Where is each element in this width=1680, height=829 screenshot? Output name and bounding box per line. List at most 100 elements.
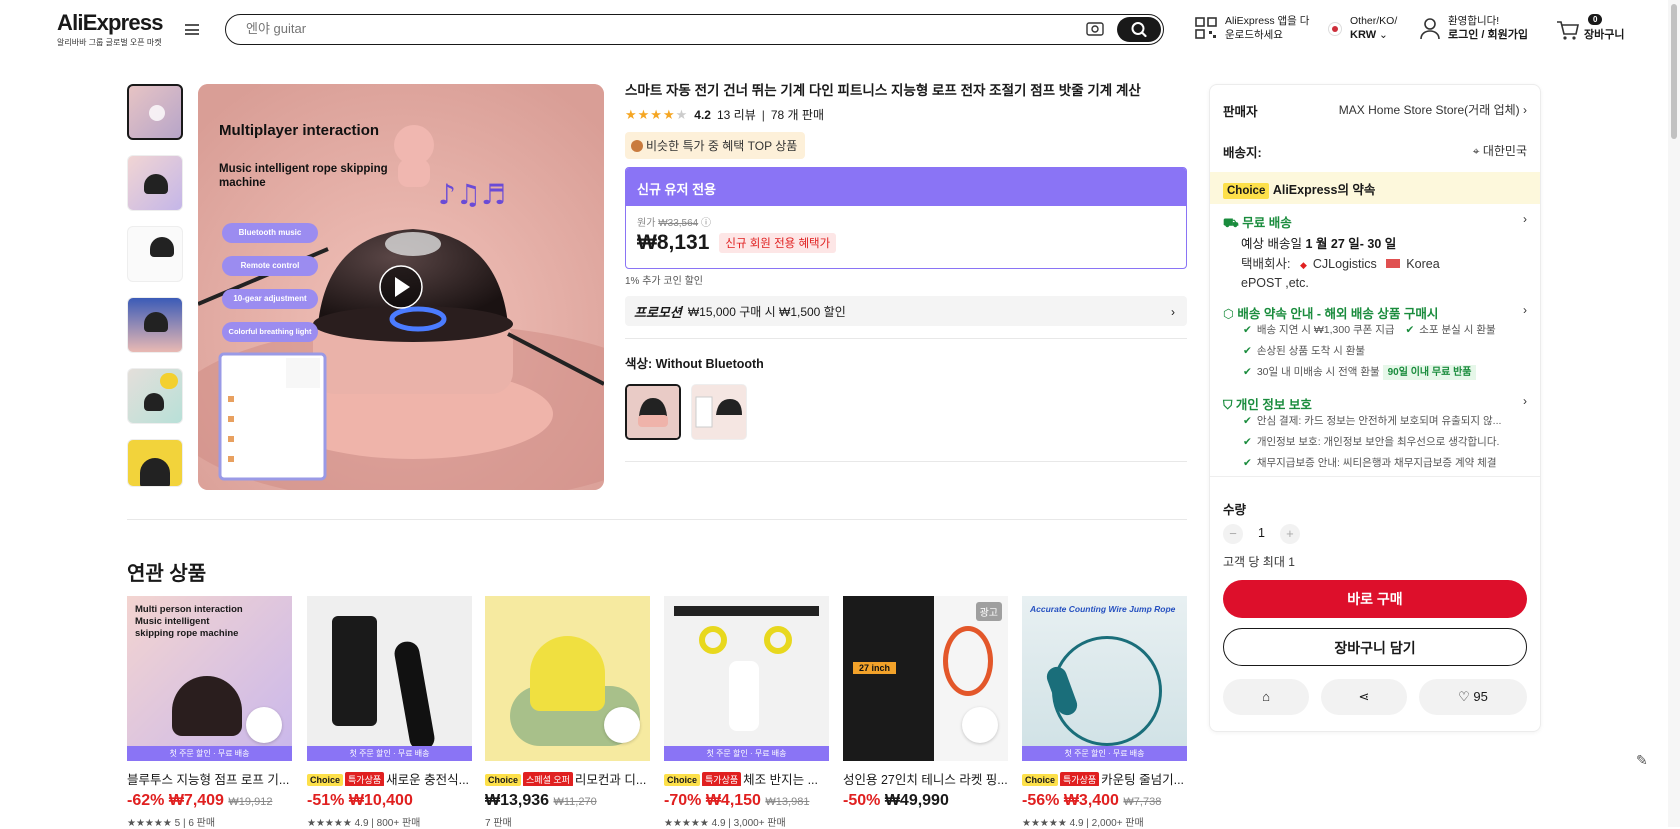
divider [127,519,1187,520]
search-button[interactable] [1117,17,1161,42]
increase-button[interactable]: + [1279,524,1300,544]
carrier-name: ePOST ,etc. [1241,276,1309,290]
card-discount: -62% [127,792,165,809]
product-card[interactable]: Accurate Counting Wire Jump Rope 첫 주문 할인… [1022,596,1187,829]
eta-label: 예상 배송일 [1241,237,1302,251]
rating-value: 4.2 [694,107,711,122]
card-promo-bar: 첫 주문 할인 · 무료 배송 [664,746,829,761]
product-card[interactable]: 첫 주문 할인 · 무료 배송 Choice 특가상품 새로운 충전식... -51… [307,596,472,829]
image-subtitle: Music intelligent rope skipping machine [219,162,388,190]
add-to-cart-button[interactable]: 장바구니 담기 [1223,628,1527,666]
cart-label: 장바구니 [1584,29,1625,41]
heart-icon: ♡ [1458,689,1470,704]
app-download[interactable]: AliExpress 앱을 다 운로드하세요 [1195,14,1309,42]
cart-link[interactable]: 0 장바구니 [1556,14,1624,42]
card-meta: 4.9 | 2,000+ 판매 [1069,818,1144,829]
purchase-panel: 판매자 MAX Home Store Store(거래 업체) › 배송지: ⌖… [1209,84,1541,732]
thumbnail[interactable] [127,439,183,487]
card-price: ₩4,150 [705,792,761,809]
guarantee-item: 손상된 상품 도착 시 환불 [1256,345,1366,357]
login-signup-link[interactable]: 로그인 / 회원가입 [1448,29,1528,41]
card-price: ₩7,409 [168,792,224,809]
guarantee-item: 배송 지연 시 ₩1,300 쿠폰 지급 [1256,324,1395,336]
guarantee-item: 30일 내 미배송 시 전액 환불 [1256,366,1380,378]
add-to-cart-icon[interactable] [246,707,282,743]
promise-title: AliExpress의 약속 [1272,183,1376,197]
privacy-item: 채무지급보증 안내: 씨티은행과 채무지급보증 계약 체결 [1256,457,1497,469]
card-meta: 5 | 6 판매 [174,818,216,829]
coin-discount-note: 1% 추가 코인 할인 [625,276,703,287]
info-icon[interactable]: ⓘ [701,218,711,229]
separator: | [761,107,765,122]
seller-row[interactable]: 판매자 MAX Home Store Store(거래 업체) › [1223,101,1527,120]
camera-search-icon[interactable] [1086,21,1104,37]
free-shipping-row[interactable]: ⛟ 무료 배송 › [1223,212,1527,232]
carrier-row: 택배회사: ◆ CJLogistics Korea ePOST ,etc. [1241,255,1527,292]
carrier-name: CJLogistics [1312,257,1377,271]
svg-text:♪♫♬: ♪♫♬ [438,178,506,211]
choice-tag: Choice [664,774,701,786]
color-swatch[interactable] [625,384,681,440]
card-meta: 4.9 | 3,000+ 판매 [711,818,786,829]
thumbnail[interactable] [127,226,183,282]
feature-pill: 10-gear adjustment [222,289,318,309]
product-card[interactable]: 첫 주문 할인 · 무료 배송 Choice 특가상품 체조 반지는 ... -70… [664,596,829,829]
card-original-price: ₩7,738 [1123,796,1162,808]
price-tag: 신규 회원 전용 혜택가 [719,233,837,253]
feedback-edit-icon[interactable]: ✎ [1636,752,1648,769]
quantity-value[interactable]: 1 [1246,526,1276,540]
card-price: ₩10,400 [348,792,413,809]
add-to-cart-icon[interactable] [604,707,640,743]
thumbnail[interactable] [127,297,183,353]
menu-icon[interactable] [185,24,199,35]
app-download-line1: AliExpress 앱을 다 [1225,15,1310,27]
deal-tag: 스페셜 오퍼 [523,772,573,786]
product-card-image: Multi person interaction Music intellige… [127,596,292,761]
sale-price: ₩8,131 [637,231,710,254]
buy-now-button[interactable]: 바로 구매 [1223,580,1527,618]
top-product-badge[interactable]: 비슷한 특가 중 혜택 TOP 상품 [625,132,806,159]
thumbnail[interactable] [127,155,183,211]
chevron-right-icon: › [1523,303,1527,317]
store-button[interactable]: ⌂ [1223,679,1309,715]
check-icon: ✔ [1243,415,1252,427]
rating-stars-icon: ★★★★★ [625,106,689,122]
card-discount: -51% [307,792,345,809]
promotion-text: ₩15,000 구매 시 ₩1,500 할인 [687,304,846,319]
share-button[interactable]: ⋖ [1321,679,1407,715]
video-play-icon [149,105,165,121]
card-discount: -70% [664,792,702,809]
decrease-button[interactable]: − [1223,524,1243,544]
promotion-row[interactable]: 프로모션 ₩15,000 구매 시 ₩1,500 할인 › [625,296,1187,326]
product-card-image: 27 inch 광고 [843,596,1008,761]
feature-pill: Bluetooth music [222,223,318,243]
account-menu[interactable]: 환영합니다! 로그인 / 회원가입 [1420,14,1528,42]
product-card[interactable]: Choice 스페셜 오퍼 리모컨과 디... ₩13,936 ₩11,270 7 … [485,596,650,829]
thumbnail[interactable] [127,368,183,424]
search-input[interactable] [246,21,1046,36]
scrollbar-thumb[interactable] [1671,4,1677,139]
color-swatch[interactable] [691,384,747,440]
locale-selector[interactable]: Other/KO/ KRW ⌄ [1328,14,1397,42]
location-pin-icon: ⌖ [1472,144,1480,158]
add-to-cart-icon[interactable] [962,707,998,743]
scrollbar[interactable] [1668,0,1680,827]
main-product-image[interactable]: ♪♫♬ Multiplayer interaction Music intell… [198,84,604,490]
product-card[interactable]: 27 inch 광고 성인용 27인치 테니스 라켓 핑... -50% ₩49… [843,596,1008,810]
deal-tag: 특가상품 [1060,772,1100,786]
product-card[interactable]: Multi person interaction Music intellige… [127,596,292,829]
quantity-stepper: − 1 + [1223,524,1527,544]
card-title: 리모컨과 디... [574,773,647,786]
card-title: 카운팅 줄넘기... [1101,773,1185,786]
card-image-text: Accurate Counting Wire Jump Rope [1030,604,1176,614]
thumbnail[interactable] [127,84,183,140]
card-title: 블루투스 지능형 점프 로프 기... [127,773,290,786]
review-count[interactable]: 13 리뷰 [717,106,756,123]
ship-to-row[interactable]: 배송지: ⌖ 대한민국 [1223,142,1527,161]
delivery-guarantees: ✔ 배송 지연 시 ₩1,300 쿠폰 지급 ✔ 소포 분실 시 환불 ✔ 손상된 상… [1243,320,1527,383]
new-user-price-box: 신규 유저 전용 원가 ₩33,564 ⓘ ₩8,131 신규 회원 전용 혜택가 [625,167,1187,269]
card-price: ₩49,990 [884,792,949,809]
aliexpress-logo[interactable]: AliExpress 알리바바 그룹 글로벌 오픈 마켓 [57,10,164,48]
wishlist-button[interactable]: ♡ 95 [1419,679,1527,715]
product-photo: ♪♫♬ [198,84,604,490]
